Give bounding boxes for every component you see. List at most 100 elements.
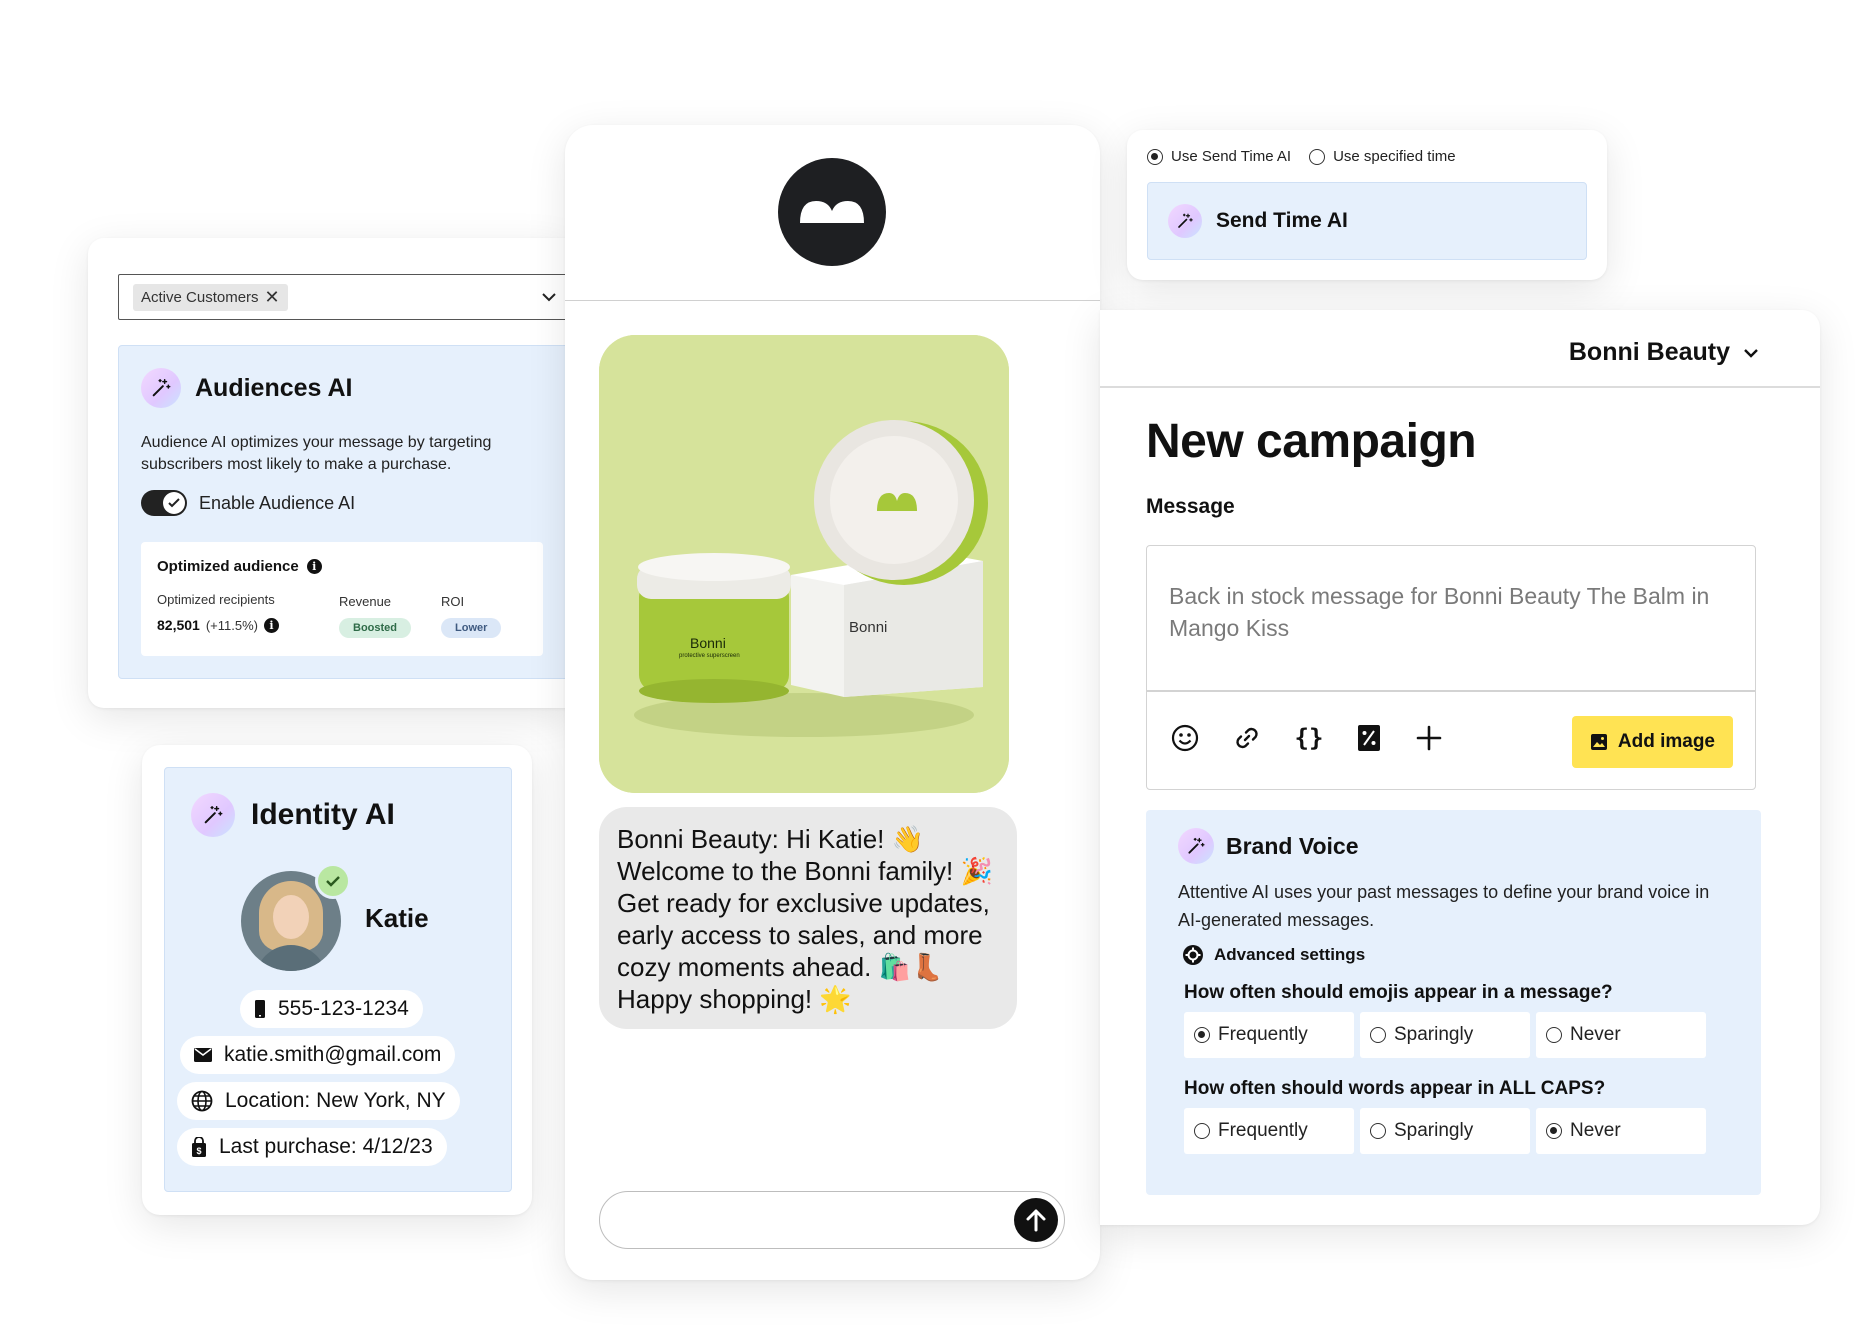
location-pill: Location: New York, NY [177, 1082, 460, 1120]
emoji-never-option[interactable]: Never [1536, 1012, 1706, 1058]
verified-check-icon [315, 863, 351, 899]
message-line: cozy moments ahead. 🛍️👢 [617, 952, 944, 982]
caps-sparingly-option[interactable]: Sparingly [1360, 1108, 1530, 1154]
audiences-ai-title: Audiences AI [195, 373, 353, 402]
message-line: Happy shopping! 🌟 [617, 984, 852, 1014]
use-specified-time-radio[interactable]: Use specified time [1309, 148, 1456, 165]
brand-voice-description: Attentive AI uses your past messages to … [1178, 882, 1710, 930]
option-label: Never [1570, 1024, 1621, 1045]
audiences-ai-panel: Audiences AI Audience AI optimizes your … [118, 345, 578, 679]
emoji-sparingly-option[interactable]: Sparingly [1360, 1012, 1530, 1058]
last-purchase-pill: $ Last purchase: 4/12/23 [177, 1128, 447, 1166]
phone-preview: Bonni protective superscreen Bonni Bonni… [565, 125, 1100, 1280]
audiences-card: Active Customers ✕ Audiences AI Audience… [88, 238, 578, 708]
add-image-label: Add image [1617, 731, 1715, 752]
message-textarea[interactable]: Back in stock message for Bonni Beauty T… [1169, 580, 1739, 644]
arrow-up-icon [1026, 1209, 1046, 1232]
radio-empty-icon [1370, 1027, 1386, 1043]
phone-number: 555-123-1234 [278, 997, 409, 1020]
message-bubble: Bonni Beauty: Hi Katie! 👋 Welcome to the… [599, 807, 1017, 1029]
option-label: Never [1570, 1120, 1621, 1141]
send-button[interactable] [1014, 1198, 1058, 1242]
phone-icon [255, 1000, 265, 1018]
svg-text:{}: {} [1295, 724, 1323, 752]
message-label: Message [1146, 495, 1235, 518]
divider [1147, 690, 1755, 692]
caps-never-option[interactable]: Never [1536, 1108, 1706, 1154]
brand-logo [778, 158, 886, 266]
caps-frequency-question: How often should words appear in ALL CAP… [1184, 1078, 1606, 1099]
email-pill: katie.smith@gmail.com [180, 1036, 456, 1074]
use-send-time-ai-radio[interactable]: Use Send Time AI [1147, 148, 1291, 165]
product-image: Bonni protective superscreen Bonni [599, 335, 1009, 793]
audience-chip-label: Active Customers [141, 288, 259, 306]
chevron-down-icon [1744, 348, 1758, 358]
identity-ai-panel: Identity AI Katie 555-123-1234 katie.smi… [164, 767, 512, 1192]
magic-wand-icon [191, 793, 235, 837]
audience-select[interactable]: Active Customers ✕ [118, 274, 578, 320]
gear-icon [1183, 945, 1203, 965]
last-purchase-text: Last purchase: 4/12/23 [219, 1135, 433, 1158]
plus-icon[interactable] [1415, 724, 1443, 752]
send-time-ai-title: Send Time AI [1216, 209, 1348, 232]
message-input[interactable] [599, 1191, 1065, 1249]
option-label: Frequently [1218, 1120, 1308, 1141]
radio-selected-icon [1546, 1123, 1562, 1139]
revenue-badge: Boosted [339, 618, 411, 638]
remove-chip-icon[interactable]: ✕ [265, 288, 280, 306]
brand-voice-title: Brand Voice [1226, 832, 1359, 859]
emoji-icon[interactable] [1171, 724, 1199, 752]
audiences-ai-description: Audience AI optimizes your message by ta… [141, 434, 492, 473]
product-sub-label: protective superscreen [679, 653, 740, 659]
identity-card: Identity AI Katie 555-123-1234 katie.smi… [142, 745, 532, 1215]
brand-select[interactable]: Bonni Beauty [1569, 338, 1760, 367]
braces-icon[interactable]: {} [1295, 724, 1323, 752]
box-brand-label: Bonni [849, 619, 888, 636]
optimized-recipients-delta: (+11.5%) [205, 617, 258, 633]
option-label: Sparingly [1394, 1120, 1474, 1141]
advanced-settings-label: Advanced settings [1214, 945, 1366, 964]
image-icon [1590, 734, 1607, 750]
roi-badge: Lower [441, 618, 502, 638]
magic-wand-icon [1178, 828, 1214, 864]
phone-header [565, 125, 1100, 301]
radio-selected-icon [1194, 1027, 1210, 1043]
add-image-button[interactable]: Add image [1571, 716, 1733, 768]
info-icon[interactable]: i [263, 617, 279, 633]
send-time-ai-panel: Send Time AI [1147, 182, 1587, 260]
optimized-recipients-value: 82,501 [157, 617, 200, 633]
globe-icon [191, 1090, 213, 1112]
radio-empty-icon [1370, 1123, 1386, 1139]
optimized-recipients-label: Optimized recipients [157, 592, 275, 607]
roi-label: ROI [441, 594, 465, 609]
phone-pill: 555-123-1234 [240, 990, 423, 1028]
shopping-bag-icon: $ [192, 1137, 206, 1157]
brand-select-label: Bonni Beauty [1568, 338, 1730, 366]
caps-frequently-option[interactable]: Frequently [1184, 1108, 1354, 1154]
link-icon[interactable] [1233, 724, 1261, 752]
info-icon[interactable]: i [306, 559, 322, 574]
page-title: New campaign [1146, 415, 1477, 468]
send-time-card: Use Send Time AI Use specified time Send… [1127, 130, 1607, 280]
emoji-frequently-option[interactable]: Frequently [1184, 1012, 1354, 1058]
enable-audience-ai-toggle[interactable] [141, 490, 187, 516]
identity-ai-title: Identity AI [251, 798, 395, 831]
radio-empty-icon [1546, 1027, 1562, 1043]
mail-icon [194, 1048, 212, 1062]
option-label: Frequently [1218, 1024, 1308, 1045]
brand-voice-panel: Brand Voice Attentive AI uses your past … [1146, 810, 1761, 1195]
magic-wand-icon [1168, 204, 1202, 238]
percent-icon[interactable] [1357, 724, 1381, 752]
option-label: Sparingly [1394, 1024, 1474, 1045]
customer-name: Katie [365, 903, 429, 933]
product-brand-label: Bonni [690, 635, 726, 651]
radio-empty-icon [1309, 148, 1326, 165]
audience-chip[interactable]: Active Customers ✕ [133, 283, 288, 311]
advanced-settings-link[interactable]: Advanced settings [1182, 944, 1365, 966]
message-line: Bonni Beauty: Hi Katie! 👋 [617, 824, 924, 854]
message-editor[interactable]: Back in stock message for Bonni Beauty T… [1146, 545, 1756, 790]
location-text: Location: New York, NY [225, 1089, 446, 1112]
magic-wand-icon [141, 368, 181, 408]
use-send-time-ai-label: Use Send Time AI [1171, 148, 1292, 165]
chevron-down-icon[interactable] [541, 289, 557, 305]
